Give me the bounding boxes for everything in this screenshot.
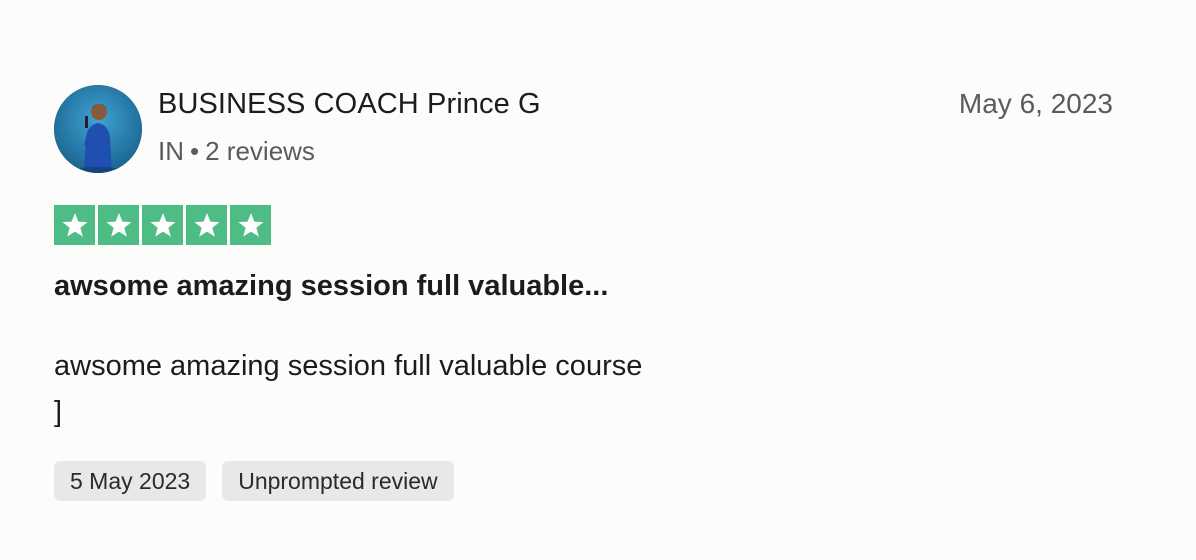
star-icon: [186, 205, 227, 245]
star-icon: [54, 205, 95, 245]
star-icon: [142, 205, 183, 245]
star-rating: [54, 205, 271, 245]
review-date: May 6, 2023: [958, 88, 1113, 119]
avatar[interactable]: [54, 85, 142, 173]
unprompted-review-tag[interactable]: Unprompted review: [222, 461, 454, 501]
meta-separator: •: [190, 136, 200, 166]
star-icon: [98, 205, 139, 245]
review-card: BUSINESS COACH Prince G IN • 2 reviews May…: [0, 0, 1196, 560]
reviewer-review-count[interactable]: 2 reviews: [205, 136, 315, 166]
review-title[interactable]: awsome amazing session full valuable...: [54, 270, 608, 303]
review-tags: 5 May 2023 Unprompted review: [54, 461, 454, 501]
avatar-image: [54, 85, 142, 173]
experience-date-tag: 5 May 2023: [54, 461, 207, 501]
reviewer-meta: IN • 2 reviews: [158, 136, 315, 167]
review-body: awsome amazing session full valuable cou…: [54, 350, 643, 428]
star-icon: [230, 205, 271, 245]
reviewer-country: IN: [158, 136, 184, 166]
reviewer-name[interactable]: BUSINESS COACH Prince G: [158, 88, 541, 121]
